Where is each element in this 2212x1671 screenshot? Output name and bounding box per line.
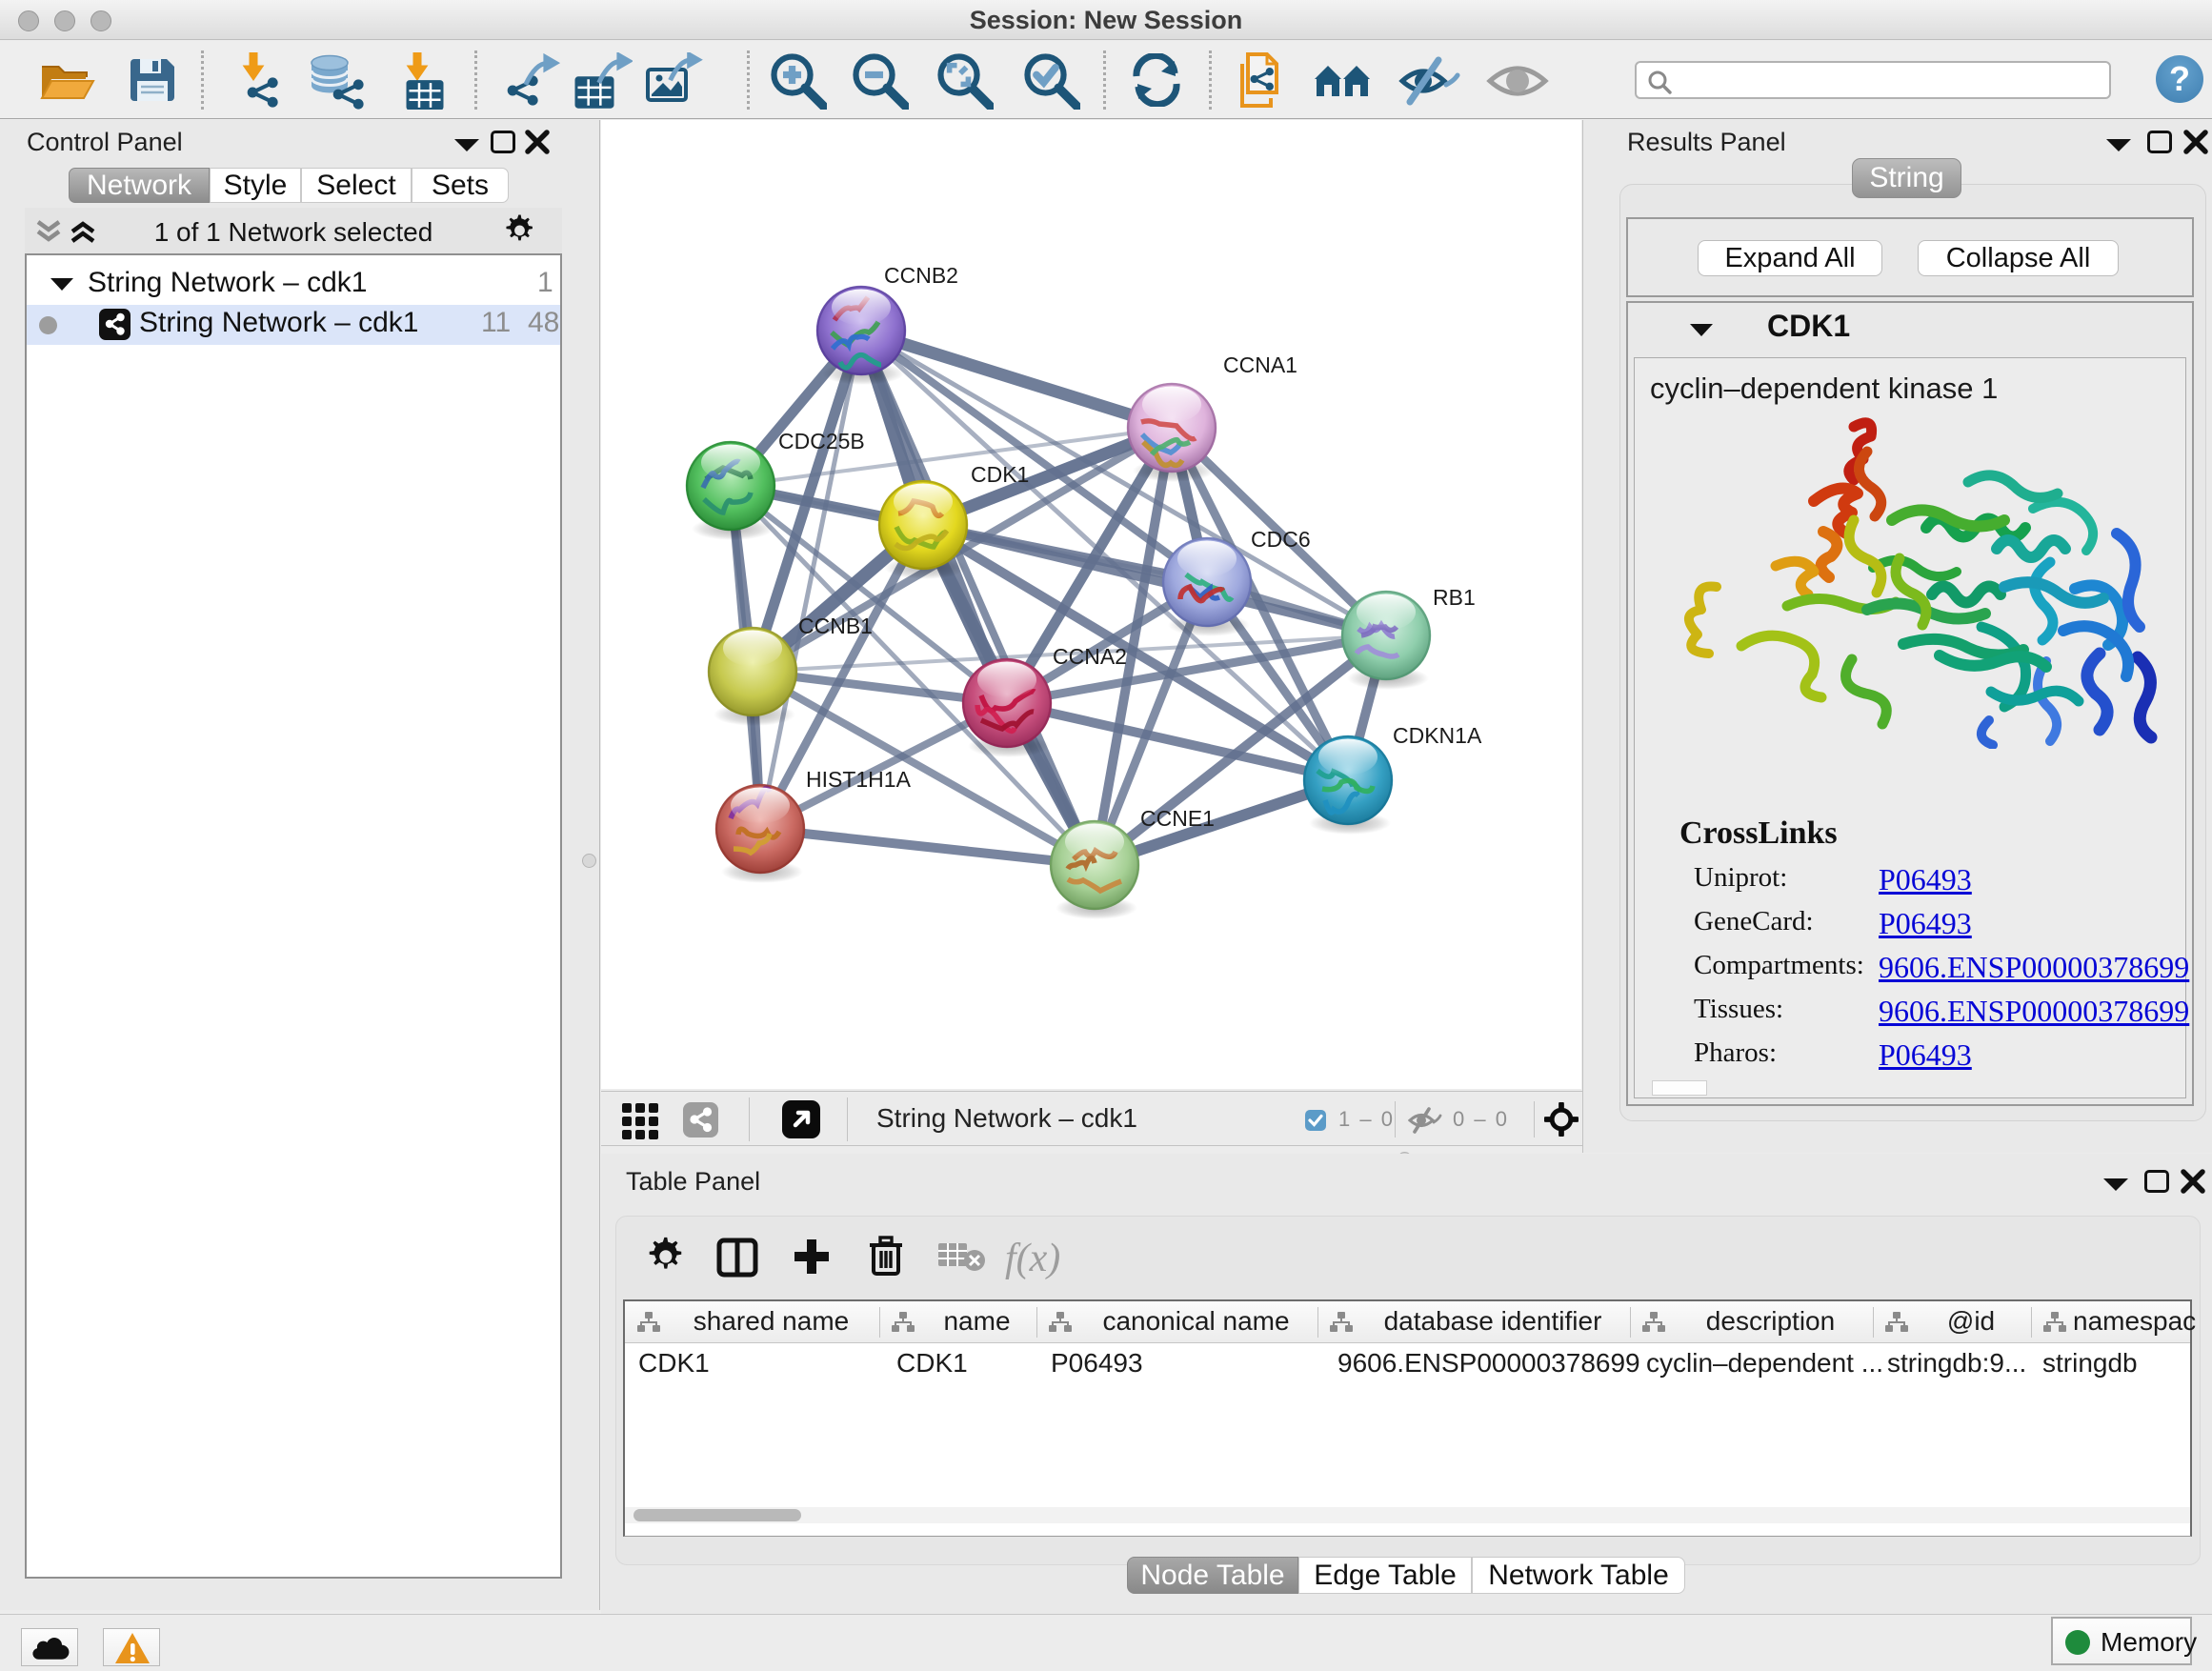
svg-text:CDK1: CDK1: [971, 462, 1029, 487]
svg-text:CCNB1: CCNB1: [798, 614, 873, 638]
svg-text:CCNA2: CCNA2: [1053, 644, 1127, 669]
svg-text:CDKN1A: CDKN1A: [1393, 723, 1482, 748]
svg-text:RB1: RB1: [1433, 585, 1476, 610]
svg-text:CDC25B: CDC25B: [778, 429, 865, 453]
svg-text:CCNB2: CCNB2: [884, 263, 958, 288]
svg-text:CDC6: CDC6: [1251, 527, 1311, 552]
svg-text:CCNA1: CCNA1: [1223, 352, 1297, 377]
svg-text:CCNE1: CCNE1: [1140, 806, 1215, 831]
svg-text:HIST1H1A: HIST1H1A: [806, 767, 912, 792]
